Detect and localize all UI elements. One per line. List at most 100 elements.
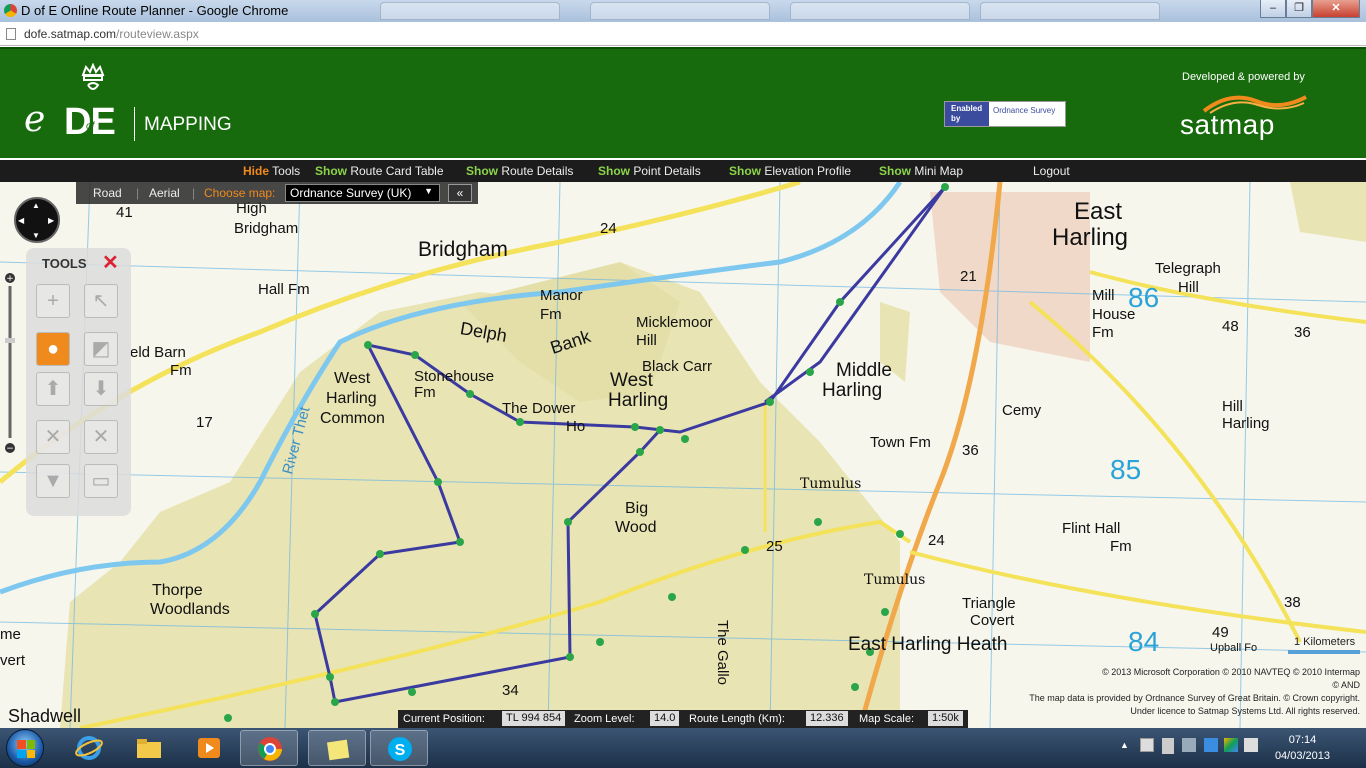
enabled-by-os-badge[interactable]: Enabled by Ordnance Survey (944, 101, 1066, 127)
taskbar-clock[interactable]: 07:14 04/03/2013 (1275, 732, 1330, 764)
zoom-level-value: 14.0 (650, 711, 680, 726)
upload-tool-icon[interactable]: ⬆ (36, 372, 70, 406)
dropbox-icon[interactable] (1204, 738, 1218, 752)
road-view-button[interactable]: Road (93, 186, 122, 200)
folder-icon (137, 739, 161, 758)
map-toolbar: Hide Tools Show Route Card Table Show Ro… (0, 160, 1366, 182)
ordnance-survey-label: Ordnance Survey (993, 106, 1056, 115)
url-text[interactable]: dofe.satmap.com/routeview.aspx (24, 27, 199, 41)
delete-point-tool-icon[interactable]: ✕ (84, 420, 118, 454)
site-header: e DE of MAPPING Enabled by Ordnance Surv… (0, 47, 1366, 158)
credit-line: Under licence to Satmap Systems Ltd. All… (1130, 706, 1360, 716)
delete-route-tool-icon[interactable]: ✕ (36, 420, 70, 454)
svg-text:S: S (395, 742, 406, 759)
credit-line: The map data is provided by Ordnance Sur… (1029, 693, 1360, 703)
developed-by-text: Developed & powered by (1182, 71, 1305, 83)
volume-icon[interactable] (1244, 738, 1258, 752)
pan-down-icon[interactable]: ▼ (32, 231, 40, 240)
taskbar-explorer[interactable] (120, 730, 178, 766)
skype-icon: S (388, 737, 412, 761)
pan-up-icon[interactable]: ▲ (32, 201, 40, 210)
toggle-tools[interactable]: Hide Tools (243, 164, 300, 178)
road (909, 550, 1366, 634)
windows-taskbar: S ▲ 07:14 04/03/2013 (0, 728, 1366, 768)
background-tab[interactable] (590, 2, 770, 20)
logo-mapping: MAPPING (144, 114, 232, 135)
background-tab[interactable] (980, 2, 1160, 20)
toggle-route-card-table[interactable]: Show Route Card Table (315, 164, 444, 178)
tools-panel: TOOLS ✕ + ↖ ● ◩ ⬆ ⬇ ✕ ✕ ▼ ▭ (26, 248, 131, 516)
map-scale-label: Map Scale: (859, 713, 915, 725)
taskbar-sticky-notes[interactable] (308, 730, 366, 766)
aerial-view-button[interactable]: Aerial (149, 186, 180, 200)
map-credits: © 2013 Microsoft Corporation © 2010 NAVT… (1029, 666, 1360, 718)
map-type-select[interactable]: Ordnance Survey (UK) ▼ (285, 184, 440, 202)
minimize-button[interactable]: – (1260, 0, 1286, 18)
add-point-tool-icon[interactable]: + (36, 284, 70, 318)
action-center-icon[interactable] (1140, 738, 1154, 752)
route-length-label: Route Length (Km): (689, 713, 785, 725)
select-tool-icon[interactable]: ↖ (84, 284, 118, 318)
address-bar[interactable]: dofe.satmap.com/routeview.aspx (0, 22, 1366, 46)
credit-line: © 2013 Microsoft Corporation © 2010 NAVT… (1102, 667, 1360, 677)
town-area (930, 192, 1090, 362)
background-tab[interactable] (790, 2, 970, 20)
import-tool-icon[interactable]: ▼ (36, 464, 70, 498)
toggle-mini-map[interactable]: Show Mini Map (879, 164, 963, 178)
draw-route-tool-icon[interactable]: ● (36, 332, 70, 366)
satmap-logo[interactable]: satmap (1180, 109, 1275, 141)
scale-bar: 1 Kilometers (1288, 636, 1360, 654)
sticky-notes-icon (326, 739, 350, 761)
toggle-point-details[interactable]: Show Point Details (598, 164, 701, 178)
logout-link[interactable]: Logout (1033, 164, 1070, 178)
collapse-panel-button[interactable]: « (448, 184, 472, 202)
taskbar-skype[interactable]: S (370, 730, 428, 766)
google-drive-icon[interactable] (1224, 738, 1238, 752)
chrome-icon (258, 737, 282, 761)
dropdown-arrow-icon: ▼ (424, 186, 433, 196)
os-map-svg[interactable] (0, 182, 1366, 728)
status-bar: Current Position: TL 994 854 Zoom Level:… (398, 710, 968, 728)
logo-e: e (24, 99, 46, 140)
media-player-icon (198, 738, 220, 758)
start-button[interactable] (6, 729, 44, 767)
scale-line (1288, 650, 1360, 654)
network-icon[interactable] (1182, 738, 1196, 752)
zoom-slider[interactable]: + − (4, 270, 16, 460)
crown-icon (81, 63, 105, 90)
toggle-route-details[interactable]: Show Route Details (466, 164, 573, 178)
pan-left-icon[interactable]: ◀ (18, 216, 24, 225)
close-button[interactable]: ✕ (1312, 0, 1360, 18)
woodland-area (1290, 182, 1366, 242)
taskbar-ie[interactable] (60, 730, 118, 766)
enabled-by-label: Enabled by (945, 102, 989, 126)
power-icon[interactable] (1162, 738, 1174, 754)
svg-text:+: + (6, 274, 14, 284)
windows-logo-icon (17, 740, 35, 758)
chrome-icon (4, 4, 17, 17)
layers-tool-icon[interactable]: ◩ (84, 332, 118, 366)
background-tab[interactable] (380, 2, 560, 20)
download-tool-icon[interactable]: ⬇ (84, 372, 118, 406)
map-canvas[interactable]: East Harling Telegraph Hill Mill House F… (0, 182, 1366, 728)
taskbar-media-player[interactable] (180, 730, 238, 766)
taskbar-chrome[interactable] (240, 730, 298, 766)
maximize-button[interactable]: ❐ (1286, 0, 1312, 18)
zoom-level-label: Zoom Level: (574, 713, 635, 725)
pan-right-icon[interactable]: ▶ (48, 216, 54, 225)
current-position-value: TL 994 854 (502, 711, 566, 726)
pan-control[interactable]: ▲ ▼ ◀ ▶ (14, 197, 60, 243)
logo-divider (134, 107, 135, 141)
svg-text:−: − (6, 444, 14, 454)
tray-expand-icon[interactable]: ▲ (1120, 740, 1129, 750)
woodland-area (880, 302, 910, 382)
tools-close-icon[interactable]: ✕ (102, 250, 119, 275)
road (1089, 270, 1366, 324)
mode-separator: | (136, 186, 140, 200)
clock-date: 04/03/2013 (1274, 750, 1330, 762)
logo-of: of (86, 121, 95, 132)
internet-explorer-icon (75, 736, 103, 760)
credit-line: © AND (1332, 680, 1360, 690)
print-tool-icon[interactable]: ▭ (84, 464, 118, 498)
toggle-elevation-profile[interactable]: Show Elevation Profile (729, 164, 851, 178)
